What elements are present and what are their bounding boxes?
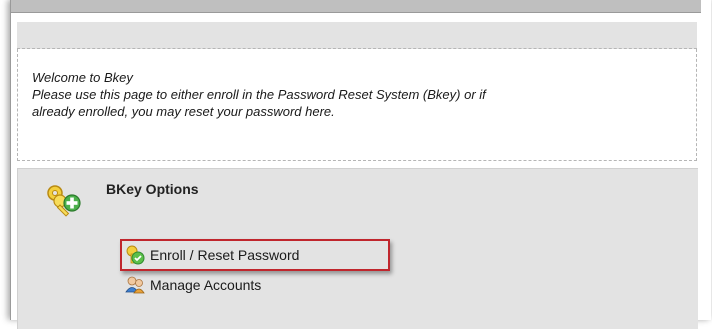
users-icon <box>124 274 146 296</box>
header-panel <box>17 22 697 49</box>
manage-accounts-link[interactable]: Manage Accounts <box>124 273 261 297</box>
welcome-panel: Welcome to Bkey Please use this page to … <box>17 49 697 161</box>
welcome-instructions-line2: already enrolled, you may reset your pas… <box>32 104 335 119</box>
welcome-text: Welcome to Bkey Please use this page to … <box>32 69 682 120</box>
options-panel: BKey Options Enroll / Reset Password Man… <box>17 168 698 329</box>
highlight-box <box>120 239 390 271</box>
top-bar <box>11 0 701 13</box>
welcome-heading: Welcome to Bkey <box>32 70 133 85</box>
welcome-instructions-line1: Please use this page to either enroll in… <box>32 87 486 102</box>
manage-accounts-label: Manage Accounts <box>150 277 262 293</box>
options-title: BKey Options <box>106 181 199 197</box>
app-frame: Welcome to Bkey Please use this page to … <box>10 0 711 329</box>
keys-add-icon <box>44 181 84 221</box>
